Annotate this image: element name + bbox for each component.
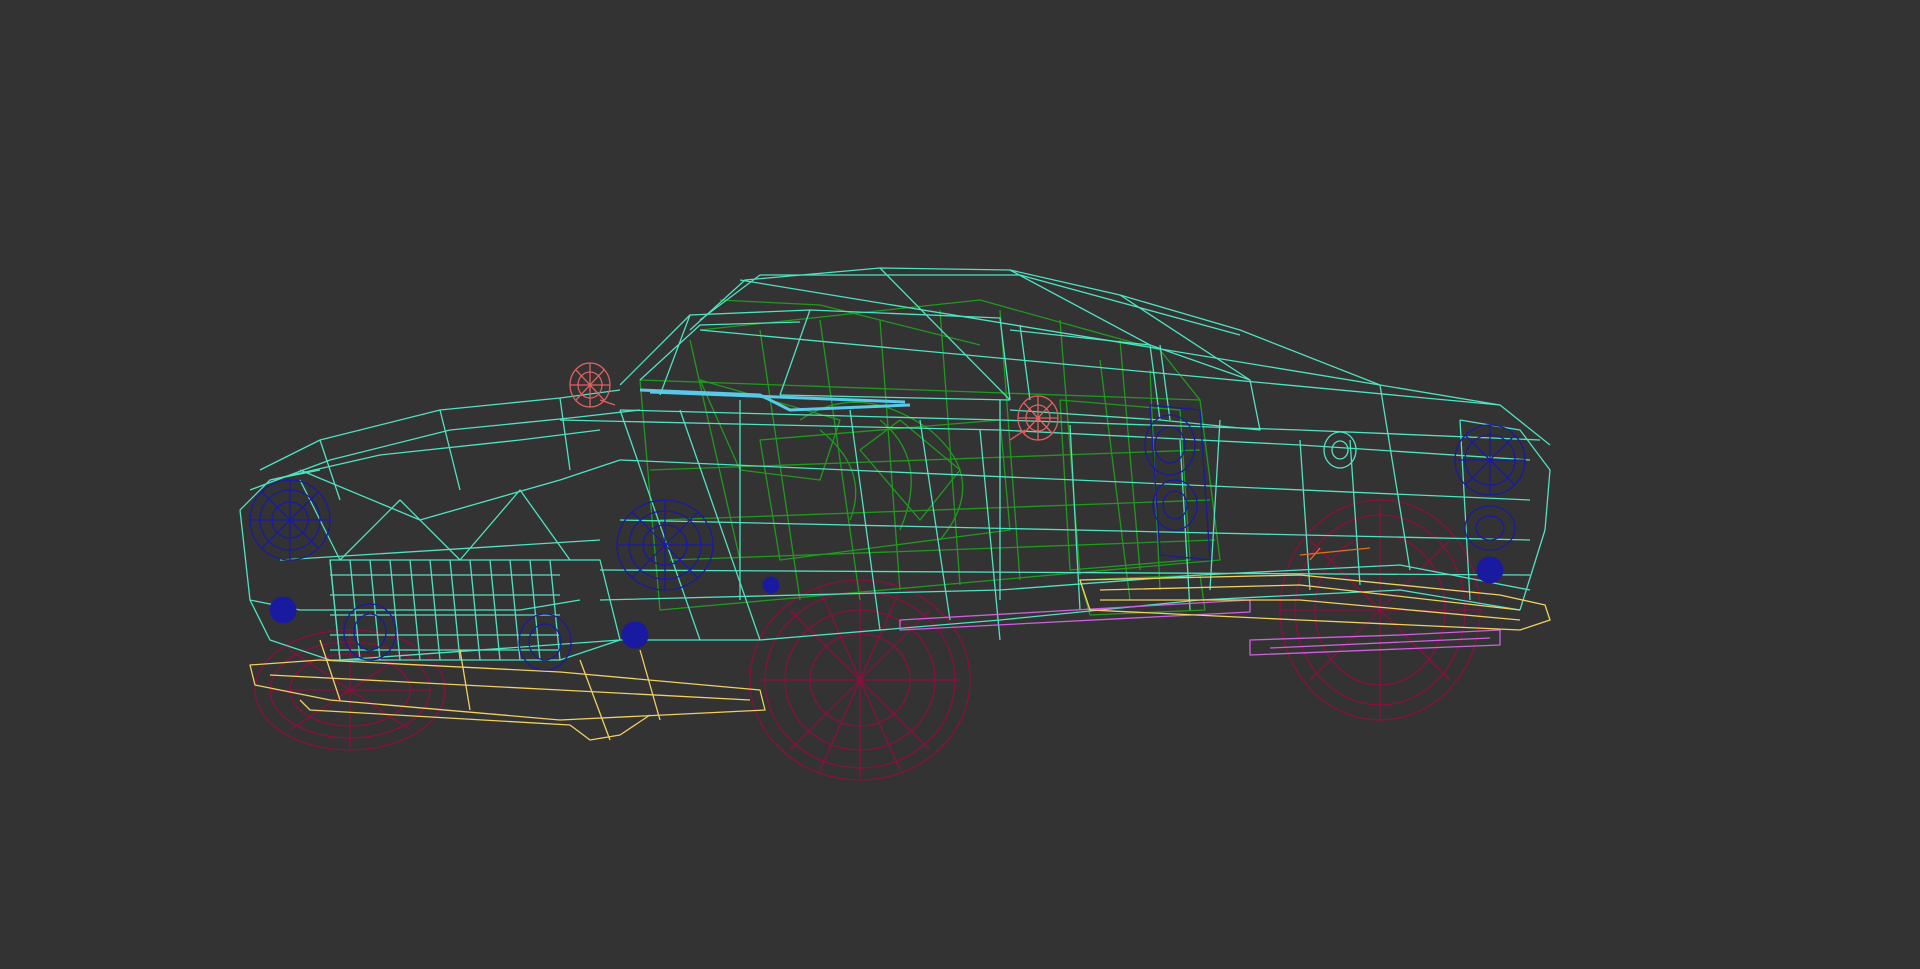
wheel-front-right [749,579,971,781]
fog-light-left [343,603,397,661]
taillight-lower [1464,505,1516,551]
wheel-front-left [254,629,446,751]
interior-frame [639,299,1221,616]
fog-light-right [518,613,572,671]
rear-side-lights [1144,404,1211,561]
wheel-rear-left [1279,499,1481,721]
headlight-right [616,499,714,591]
mirror-right [1009,395,1059,441]
windshield-glass [639,388,911,412]
wireframe-scene[interactable] [0,0,1920,969]
mirror-left [569,362,616,408]
accent-detail [1299,547,1371,561]
headlight-left [249,479,331,561]
3d-viewport[interactable] [0,0,1920,969]
taillight-upper [1454,424,1526,496]
side-skirt [899,599,1501,656]
